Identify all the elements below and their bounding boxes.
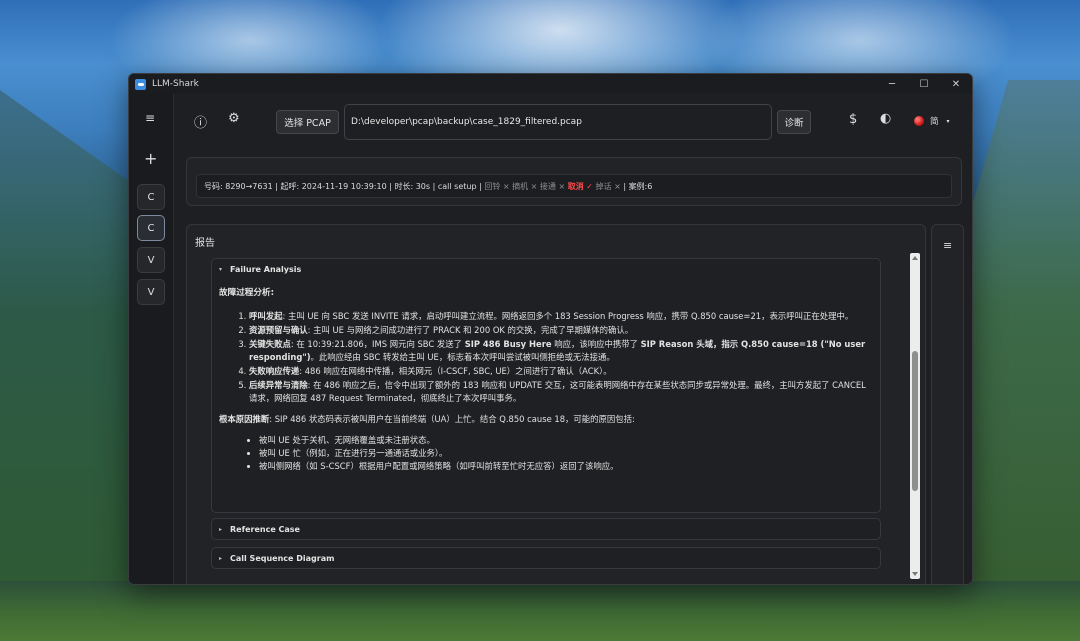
root-cause-list: 被叫 UE 处于关机、无网络覆盖或未注册状态。 被叫 UE 忙（例如，正在进行另… bbox=[259, 434, 873, 473]
reference-case-header[interactable]: ▸ Reference Case bbox=[212, 519, 880, 539]
app-window: LLM-Shark ─ ☐ ✕ ≡ + C C V V ⓘ ⚙ 选择 PCAP … bbox=[128, 73, 973, 585]
failure-analysis-header[interactable]: ▾ Failure Analysis bbox=[212, 259, 880, 279]
call-sequence-section[interactable]: ▸ Call Sequence Diagram bbox=[211, 547, 881, 569]
background-mountain-right bbox=[960, 80, 1080, 641]
settings-icon[interactable]: ⚙ bbox=[228, 111, 240, 126]
sidebar-item-2[interactable]: C bbox=[137, 215, 165, 241]
root-cause-paragraph: 根本原因推断: SIP 486 状态码表示被叫用户在当前终端（UA）上忙。结合 … bbox=[219, 414, 635, 424]
background-valley bbox=[0, 581, 1080, 641]
stage-drop: 掉话 bbox=[595, 182, 612, 191]
list-item: 被叫 UE 处于关机、无网络覆盖或未注册状态。 bbox=[259, 434, 873, 447]
list-item: 失败响应传递: 486 响应在网络中传播，相关网元（I-CSCF, SBC, U… bbox=[249, 365, 873, 378]
sidebar: ≡ + C C V V bbox=[129, 94, 174, 584]
report-title: 报告 bbox=[195, 238, 215, 249]
scroll-down-icon[interactable] bbox=[912, 572, 918, 576]
x-icon: × bbox=[558, 182, 566, 191]
language-flag-icon bbox=[914, 116, 924, 126]
menu-icon[interactable]: ≡ bbox=[943, 239, 952, 252]
language-selector[interactable]: 简 ▾ bbox=[914, 115, 950, 127]
list-item: 被叫 UE 忙（例如，正在进行另一通通话或业务）。 bbox=[259, 447, 873, 460]
list-item: 关键失败点: 在 10:39:21.806，IMS 网元向 SBC 发送了 SI… bbox=[249, 338, 873, 364]
scrollbar-thumb[interactable] bbox=[912, 351, 918, 491]
sidebar-item-1[interactable]: C bbox=[137, 184, 165, 210]
scroll-up-icon[interactable] bbox=[912, 256, 918, 260]
list-item: 资源预留与确认: 主叫 UE 与网络之间成功进行了 PRACK 和 200 OK… bbox=[249, 324, 873, 337]
chevron-down-icon: ▾ bbox=[219, 265, 223, 273]
dollar-icon[interactable]: $ bbox=[849, 112, 857, 127]
menu-icon[interactable]: ≡ bbox=[145, 111, 155, 125]
failure-analysis-body: 故障过程分析: 呼叫发起: 主叫 UE 向 SBC 发送 INVITE 请求，启… bbox=[212, 279, 880, 473]
separator: | bbox=[623, 182, 627, 191]
separator: | bbox=[479, 182, 482, 191]
select-pcap-button[interactable]: 选择 PCAP bbox=[276, 110, 339, 134]
toolbar: ⓘ ⚙ 选择 PCAP 诊断 $ ◐ 简 ▾ bbox=[174, 94, 972, 146]
analysis-heading: 故障过程分析: bbox=[219, 288, 274, 298]
list-item: 被叫侧网络（如 S-CSCF）根据用户配置或网络策略（如呼叫前转至忙时无应答）返… bbox=[259, 460, 873, 473]
report-scroll-area[interactable]: ▾ Failure Analysis 故障过程分析: 呼叫发起: 主叫 UE 向… bbox=[196, 253, 920, 584]
chevron-right-icon: ▸ bbox=[219, 554, 223, 562]
separator: | bbox=[432, 182, 436, 191]
add-session-icon[interactable]: + bbox=[144, 149, 157, 168]
x-icon: × bbox=[614, 182, 621, 191]
background-mountain-left bbox=[0, 90, 140, 641]
sidebar-item-3[interactable]: V bbox=[137, 247, 165, 273]
section-title: Call Sequence Diagram bbox=[230, 553, 335, 563]
stage-cancel: 取消 bbox=[567, 182, 584, 191]
theme-toggle-icon[interactable]: ◐ bbox=[880, 111, 891, 126]
app-logo-icon bbox=[135, 78, 146, 90]
info-icon[interactable]: ⓘ bbox=[194, 112, 207, 131]
stage-answer: 摘机 bbox=[512, 182, 529, 191]
stage-connect: 接通 bbox=[539, 182, 556, 191]
case-count: 案例:6 bbox=[628, 182, 653, 191]
list-item: 呼叫发起: 主叫 UE 向 SBC 发送 INVITE 请求，启动呼叫建立流程。… bbox=[249, 310, 873, 323]
call-sequence-header[interactable]: ▸ Call Sequence Diagram bbox=[212, 548, 880, 568]
minimize-button[interactable]: ─ bbox=[876, 74, 908, 94]
title-bar: LLM-Shark ─ ☐ ✕ bbox=[129, 74, 972, 94]
check-icon: ✓ bbox=[586, 182, 593, 191]
report-panel: 报告 ▾ Failure Analysis 故障过程分析: 呼叫发起: 主叫 U… bbox=[186, 224, 926, 584]
window-title: LLM-Shark bbox=[152, 79, 199, 89]
sidebar-item-4[interactable]: V bbox=[137, 279, 165, 305]
chevron-down-icon: ▾ bbox=[946, 117, 950, 125]
diagnose-button[interactable]: 诊断 bbox=[777, 110, 811, 134]
call-type: call setup bbox=[437, 182, 477, 191]
section-title: Failure Analysis bbox=[230, 264, 302, 274]
list-item: 后续异常与清除: 在 486 响应之后，信令中出现了额外的 183 响应和 UP… bbox=[249, 379, 873, 405]
separator: | bbox=[389, 182, 392, 191]
call-start: 起呼: 2024-11-19 10:39:10 bbox=[280, 182, 387, 191]
separator: | bbox=[275, 182, 278, 191]
x-icon: × bbox=[502, 182, 510, 191]
maximize-button[interactable]: ☐ bbox=[908, 74, 940, 94]
close-button[interactable]: ✕ bbox=[940, 74, 972, 94]
stage-ringback: 回铃 bbox=[484, 182, 501, 191]
reference-case-section[interactable]: ▸ Reference Case bbox=[211, 518, 881, 540]
chevron-right-icon: ▸ bbox=[219, 525, 223, 533]
call-number: 号码: 8290→7631 bbox=[204, 182, 273, 191]
right-side-panel: ≡ bbox=[931, 224, 964, 584]
analysis-steps: 呼叫发起: 主叫 UE 向 SBC 发送 INVITE 请求，启动呼叫建立流程。… bbox=[249, 310, 873, 405]
failure-analysis-section: ▾ Failure Analysis 故障过程分析: 呼叫发起: 主叫 UE 向… bbox=[211, 258, 881, 513]
pcap-path-input[interactable] bbox=[344, 104, 772, 140]
call-duration: 时长: 30s bbox=[394, 182, 431, 191]
section-title: Reference Case bbox=[230, 524, 300, 534]
vertical-scrollbar[interactable] bbox=[910, 253, 920, 579]
x-icon: × bbox=[530, 182, 538, 191]
call-info-bar: 号码: 8290→7631 | 起呼: 2024-11-19 10:39:10 … bbox=[196, 174, 952, 198]
language-label: 简 bbox=[930, 117, 939, 127]
call-info-panel: 号码: 8290→7631 | 起呼: 2024-11-19 10:39:10 … bbox=[186, 157, 962, 206]
